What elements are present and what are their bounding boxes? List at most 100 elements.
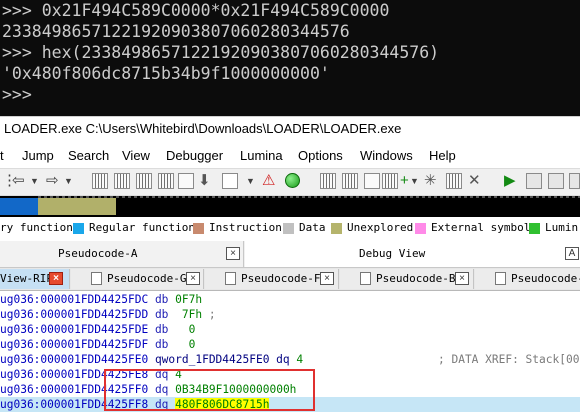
code-address: ug036:000001FDD4425FE8 (0, 368, 149, 381)
code-operand: 7Fh (175, 308, 203, 321)
code-comment: ; DATA XREF: Stack[00 (438, 353, 580, 366)
close-icon[interactable]: × (49, 272, 63, 285)
menu-help[interactable]: Help (429, 148, 456, 163)
legend-swatch (283, 223, 294, 234)
legend-swatch (331, 223, 342, 234)
hex-view-icon[interactable] (92, 173, 108, 189)
text-view-icon[interactable] (178, 173, 194, 189)
functions-icon[interactable] (222, 173, 238, 189)
code-line-selected[interactable]: ug036:000001FDD4425FF8 dq 480F806DC8715h (0, 397, 580, 412)
menu-view[interactable]: View (122, 148, 150, 163)
legend-label: ry function (0, 221, 73, 234)
menu-options[interactable]: Options (298, 148, 343, 163)
tab-view-rip[interactable]: View-RIP × (0, 269, 70, 289)
close-icon[interactable]: × (226, 247, 240, 260)
document-icon (91, 272, 102, 285)
close-icon[interactable]: × (320, 272, 334, 285)
code-mnemonic: db (154, 323, 169, 336)
code-address: ug036:000001FDD4425FF8 (0, 398, 149, 411)
legend-swatch (415, 223, 426, 234)
binary-view-icon[interactable] (114, 173, 130, 189)
window-title: LOADER.exe C:\Users\Whitebird\Downloads\… (4, 121, 402, 136)
step-over-icon[interactable] (446, 173, 462, 189)
tab-label: Pseudocode-B (376, 272, 456, 285)
code-mnemonic: dq (154, 398, 169, 411)
menu-jump[interactable]: Jump (22, 148, 54, 163)
jump-down-icon[interactable]: ⬇ (198, 171, 211, 191)
window-title-bar: LOADER.exe C:\Users\Whitebird\Downloads\… (0, 116, 580, 143)
code-operand: 0 (175, 323, 196, 336)
code-label: qword_1FDD4425FE0 dq (154, 353, 290, 366)
tab-pseudocode-g[interactable]: Pseudocode-G × (71, 269, 204, 289)
terminal-line: 23384986571221920903807060280344576 (2, 22, 350, 41)
tab-label: Pseudocode-E (511, 272, 580, 285)
code-line[interactable]: ug036:000001FDD4425FF0 dq 0B34B9F1000000… (0, 382, 580, 397)
menu-debugger[interactable]: Debugger (166, 148, 223, 163)
tab-pseudocode-f[interactable]: Pseudocode-F × (205, 269, 339, 289)
tab-debug-view[interactable]: Debug View A (245, 241, 580, 267)
strings-icon[interactable] (364, 173, 380, 189)
legend-swatch (73, 223, 84, 234)
code-address: ug036:000001FDD4425FF0 (0, 383, 149, 396)
chevron-down-icon[interactable]: ▼ (410, 171, 419, 191)
code-address: ug036:000001FDD4425FDC (0, 293, 149, 306)
close-icon[interactable]: A (565, 247, 579, 260)
code-operand: 0 (175, 338, 196, 351)
code-line[interactable]: ug036:000001FDD4425FE8 dq 4 (0, 367, 580, 382)
attach-icon[interactable] (569, 173, 580, 189)
code-operand-highlight: 480F806DC8715h (175, 398, 270, 411)
back-arrow-icon[interactable]: ⇦ (12, 171, 25, 191)
code-line[interactable]: ug036:000001FDD4425FE0 qword_1FDD4425FE0… (0, 352, 580, 367)
code-operand: 0B34B9F1000000000h (175, 383, 297, 396)
tools-icon[interactable]: ✳ (424, 171, 437, 191)
code-mnemonic: dq (154, 368, 169, 381)
add-icon[interactable]: + (400, 171, 409, 191)
menu-search[interactable]: Search (68, 148, 109, 163)
code-view-icon[interactable] (158, 173, 174, 189)
forward-arrow-icon[interactable]: ⇨ (46, 171, 59, 191)
code-line[interactable]: ug036:000001FDD4425FDF db 0 (0, 337, 580, 352)
chevron-down-icon[interactable]: ▼ (246, 171, 255, 191)
close-icon[interactable]: × (186, 272, 200, 285)
legend-label: Instruction (209, 221, 282, 234)
close-icon[interactable]: × (455, 272, 469, 285)
step-into-icon[interactable] (382, 173, 398, 189)
warning-icon[interactable]: ⚠ (262, 171, 275, 191)
stop-icon[interactable] (548, 173, 564, 189)
tab-label: Debug View (359, 247, 426, 260)
view-tabs: View-RIP × Pseudocode-G × Pseudocode-F ×… (0, 268, 580, 291)
tab-label: Pseudocode-A (58, 247, 138, 260)
play-icon[interactable]: ▶ (504, 171, 516, 191)
legend-label: Lumin (545, 221, 579, 234)
data-view-icon[interactable] (136, 173, 152, 189)
record-icon[interactable] (285, 173, 300, 188)
pause-icon[interactable] (526, 173, 542, 189)
menu-edit[interactable]: t (0, 148, 4, 163)
document-icon (225, 272, 236, 285)
navigation-band[interactable] (0, 196, 580, 217)
code-line[interactable]: ug036:000001FDD4425FDC db 0F7h (0, 292, 580, 307)
tab-pseudocode-e[interactable]: Pseudocode-E (475, 269, 580, 289)
disassembly-view[interactable]: ug036:000001FDD4425FDC db 0F7h ug036:000… (0, 291, 580, 415)
code-comment: ; (202, 308, 216, 321)
code-mnemonic: db (154, 308, 169, 321)
terminal-line[interactable]: >>> (2, 84, 32, 106)
menu-lumina[interactable]: Lumina (240, 148, 283, 163)
legend-swatch (529, 223, 540, 234)
toolbar: ⋮ ⇦ ▼ ⇨ ▼ ⬇ ▼ ⚠ + ▼ ✳ ✕ ▶ (0, 168, 580, 196)
code-operand: 4 (296, 353, 304, 366)
code-address: ug036:000001FDD4425FE0 (0, 353, 149, 366)
code-operand: 4 (175, 368, 182, 381)
terminal-line: '0x480f806dc8715b34b9f1000000000' (2, 64, 330, 83)
code-line[interactable]: ug036:000001FDD4425FDD db 7Fh ; (0, 307, 580, 322)
tab-pseudocode-b[interactable]: Pseudocode-B × (340, 269, 474, 289)
names-icon[interactable] (320, 173, 336, 189)
code-line[interactable]: ug036:000001FDD4425FDE db 0 (0, 322, 580, 337)
close-icon[interactable]: ✕ (468, 171, 481, 191)
chevron-down-icon[interactable]: ▼ (64, 171, 73, 191)
menu-windows[interactable]: Windows (360, 148, 413, 163)
tab-pseudocode-a[interactable]: Pseudocode-A × (0, 241, 244, 267)
legend-label: Regular function (89, 221, 195, 234)
chevron-down-icon[interactable]: ▼ (30, 171, 39, 191)
segments-icon[interactable] (342, 173, 358, 189)
